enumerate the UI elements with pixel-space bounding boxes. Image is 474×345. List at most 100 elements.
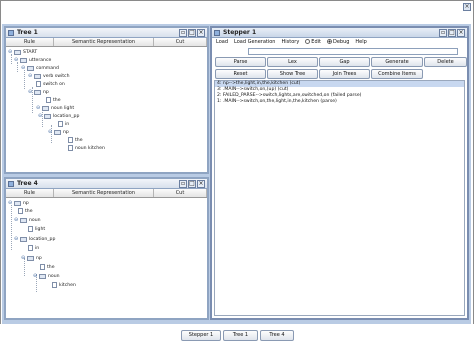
tree-node[interactable]: noun kitchen — [68, 144, 105, 152]
collapse-icon[interactable]: ⊖ — [38, 113, 43, 119]
collapse-icon[interactable]: ⊖ — [28, 73, 33, 79]
leaf-icon — [36, 81, 41, 87]
tree4-view: ⊖ np the ⊖ noun light ⊖ location_pp in ⊖ np … — [6, 198, 207, 318]
maximize-icon[interactable]: □ — [188, 180, 196, 188]
collapse-icon[interactable]: ⊖ — [8, 200, 13, 206]
radio-unselected-icon — [305, 39, 311, 44]
taskbar-tree1-button[interactable]: Tree 1 — [223, 330, 258, 341]
collapse-icon[interactable]: ⊖ — [8, 49, 13, 55]
leaf-icon — [68, 145, 73, 151]
combine-items-button[interactable]: Combine Items — [371, 69, 423, 79]
tree-node[interactable]: ⊖ np — [8, 199, 29, 207]
tree-node[interactable]: ⊖ utterance — [14, 56, 51, 64]
node-label: light — [35, 226, 46, 232]
tree-node[interactable]: ⊖ np — [28, 88, 49, 96]
collapse-icon[interactable]: ⊖ — [28, 89, 33, 95]
tree-node[interactable]: ⊖ np — [48, 128, 69, 136]
close-icon[interactable]: × — [457, 29, 465, 37]
stepper-menubar: Load Load Generation History Edit Debug … — [212, 38, 467, 46]
column-header-rule[interactable]: Rule — [6, 38, 54, 46]
node-label: np — [63, 129, 69, 135]
tree-node[interactable]: the — [46, 96, 61, 104]
tree1-titlebar[interactable]: Tree 1 ▫ □ × — [6, 28, 207, 38]
tree-node[interactable]: ⊖ command — [21, 64, 59, 72]
radio-debug-label: Debug — [332, 39, 350, 45]
collapse-icon[interactable]: ⊖ — [21, 65, 26, 71]
column-header-cut[interactable]: Cut — [154, 38, 207, 46]
collapse-icon[interactable]: ⊖ — [33, 273, 38, 279]
node-label: START — [23, 49, 38, 55]
collapse-icon[interactable]: ⊖ — [14, 217, 19, 223]
maximize-icon[interactable]: □ — [188, 29, 196, 37]
tree-node[interactable]: ⊖ START — [8, 48, 37, 56]
iconify-icon[interactable]: ▫ — [439, 29, 447, 37]
column-header-semantic[interactable]: Semantic Representation — [54, 38, 154, 46]
close-icon[interactable]: × — [197, 180, 205, 188]
node-label: command — [36, 65, 59, 71]
folder-icon — [34, 73, 41, 79]
tree-node[interactable]: in — [28, 244, 39, 252]
tree-node[interactable]: in — [58, 120, 69, 128]
column-header-cut[interactable]: Cut — [154, 189, 207, 197]
tree4-titlebar[interactable]: Tree 4 ▫ □ × — [6, 179, 207, 189]
iconify-icon[interactable]: ▫ — [179, 29, 187, 37]
tree-node[interactable]: ⊖ noun — [14, 216, 41, 224]
tree-node[interactable]: light — [28, 225, 45, 233]
folder-icon — [20, 217, 27, 223]
leaf-icon — [46, 97, 51, 103]
collapse-icon[interactable]: ⊖ — [21, 255, 26, 261]
stepper-titlebar[interactable]: Stepper 1 ▫ □ × — [212, 28, 467, 38]
folder-icon — [42, 105, 49, 111]
tree-node[interactable]: ⊖ np — [21, 254, 42, 262]
lex-button[interactable]: Lex — [267, 57, 318, 67]
stepper-window: Stepper 1 ▫ □ × Load Load Generation His… — [210, 26, 469, 320]
taskbar-stepper-button[interactable]: Stepper 1 — [181, 330, 221, 341]
leaf-icon — [28, 245, 33, 251]
tree-node[interactable]: ⊖ noun light — [36, 104, 74, 112]
reset-button[interactable]: Reset — [215, 69, 266, 79]
folder-icon — [27, 65, 34, 71]
show-tree-button[interactable]: Show Tree — [267, 69, 318, 79]
leaf-icon — [58, 121, 63, 127]
node-label: np — [23, 200, 29, 206]
radio-debug[interactable]: Debug — [326, 39, 350, 45]
collapse-icon[interactable]: ⊖ — [48, 129, 53, 135]
join-trees-button[interactable]: Join Trees — [319, 69, 370, 79]
generate-button[interactable]: Generate — [371, 57, 423, 67]
gap-button[interactable]: Gap — [319, 57, 370, 67]
parse-items-list[interactable]: 4: np-->the,light,in,the,kitchen (cut) 3… — [214, 80, 465, 316]
desktop-pane: Tree 1 ▫ □ × Rule Semantic Representatio… — [2, 24, 471, 324]
maximize-icon[interactable]: □ — [448, 29, 456, 37]
collapse-icon[interactable]: ⊖ — [36, 105, 41, 111]
tree-node[interactable]: switch on — [36, 80, 65, 88]
node-label: np — [36, 255, 42, 261]
radio-edit[interactable]: Edit — [305, 39, 321, 45]
parse-button[interactable]: Parse — [215, 57, 266, 67]
app-close-icon[interactable]: × — [463, 3, 471, 11]
taskbar-tree4-button[interactable]: Tree 4 — [260, 330, 294, 341]
tree-node[interactable]: the — [40, 263, 55, 271]
menu-load-generation[interactable]: Load Generation — [234, 39, 275, 45]
collapse-icon[interactable]: ⊖ — [14, 57, 19, 63]
collapse-icon[interactable]: ⊖ — [14, 236, 19, 242]
column-header-semantic[interactable]: Semantic Representation — [54, 189, 154, 197]
tree1-view: ⊖ START ⊖ utterance ⊖ command ⊖ verb switch … — [6, 47, 207, 172]
tree-node[interactable]: ⊖ verb switch — [28, 72, 69, 80]
tree-node[interactable]: ⊖ noun — [33, 272, 60, 280]
menu-history[interactable]: History — [281, 39, 299, 45]
tree-node[interactable]: the — [18, 207, 33, 215]
column-header-rule[interactable]: Rule — [6, 189, 54, 197]
tree-node[interactable]: ⊖ location_pp — [14, 235, 55, 243]
menu-load[interactable]: Load — [216, 39, 228, 45]
close-icon[interactable]: × — [197, 29, 205, 37]
tree-node[interactable]: ⊖ location_pp — [38, 112, 79, 120]
tree-node[interactable]: the — [68, 136, 83, 144]
node-label: in — [65, 121, 70, 127]
menu-help[interactable]: Help — [355, 39, 366, 45]
input-field[interactable] — [248, 48, 458, 55]
tree-node[interactable]: kitchen — [52, 281, 76, 289]
delete-button[interactable]: Delete — [424, 57, 467, 67]
folder-icon — [20, 57, 27, 63]
list-item[interactable]: 1: .MAIN-->switch,on,the,light,in,the,ki… — [215, 99, 464, 105]
iconify-icon[interactable]: ▫ — [179, 180, 187, 188]
